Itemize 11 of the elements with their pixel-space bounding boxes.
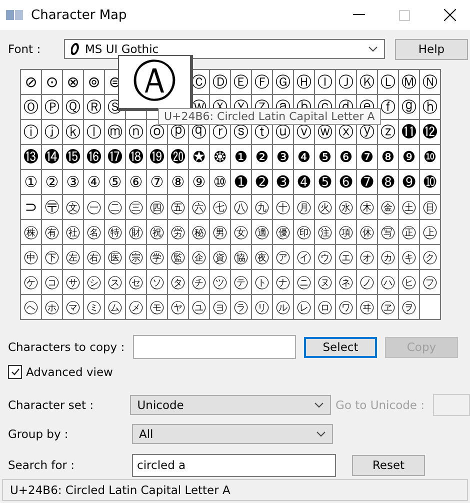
character-set-label: Character set : bbox=[8, 398, 95, 412]
group-by-label: Group by : bbox=[8, 427, 70, 441]
tooltip: U+24B6: Circled Latin Capital Letter A bbox=[158, 108, 381, 125]
characters-to-copy-label: Characters to copy : bbox=[8, 340, 126, 354]
advanced-view-label: Advanced view bbox=[26, 365, 113, 379]
window-title: Character Map bbox=[31, 8, 127, 22]
go-to-unicode-label: Go to Unicode : bbox=[336, 398, 425, 412]
search-label: Search for : bbox=[8, 458, 76, 472]
magnified-character-popup: Ⓐ bbox=[118, 55, 193, 111]
font-label: Font : bbox=[8, 42, 42, 56]
status-bar: U+24B6: Circled Latin Capital Letter A bbox=[2, 479, 468, 501]
